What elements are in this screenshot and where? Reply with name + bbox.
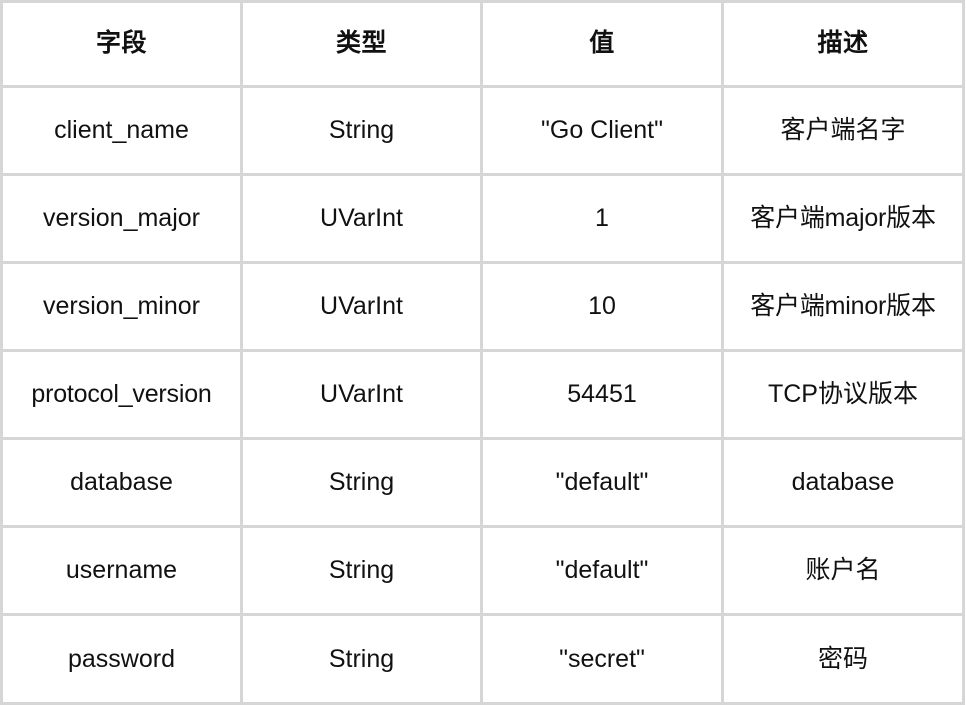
table-row: client_name String "Go Client" 客户端名字 [1,86,965,176]
column-header-value: 值 [481,1,724,88]
cell-value: 54451 [481,350,724,440]
cell-type: String [241,614,483,705]
cell-field: version_minor [1,262,243,352]
cell-description: 客户端名字 [722,86,965,176]
cell-value: "Go Client" [481,86,724,176]
column-header-field: 字段 [1,1,243,88]
column-header-description: 描述 [722,1,965,88]
cell-field: version_major [1,174,243,264]
table-row: protocol_version UVarInt 54451 TCP协议版本 [1,350,965,440]
cell-description: TCP协议版本 [722,350,965,440]
cell-value: "default" [481,526,724,616]
protocol-fields-table: 字段 类型 值 描述 client_name String "Go Client… [0,0,965,705]
cell-value: 1 [481,174,724,264]
cell-field: client_name [1,86,243,176]
cell-type: UVarInt [241,350,483,440]
cell-value: "default" [481,438,724,528]
cell-description: 密码 [722,614,965,705]
cell-type: String [241,86,483,176]
table-row: version_major UVarInt 1 客户端major版本 [1,174,965,264]
cell-description: database [722,438,965,528]
cell-type: String [241,526,483,616]
table-row: username String "default" 账户名 [1,526,965,616]
table-row: version_minor UVarInt 10 客户端minor版本 [1,262,965,352]
cell-value: 10 [481,262,724,352]
cell-description: 客户端major版本 [722,174,965,264]
cell-type: String [241,438,483,528]
table-header-row: 字段 类型 值 描述 [1,1,965,88]
cell-value: "secret" [481,614,724,705]
table-header: 字段 类型 值 描述 [1,1,965,88]
cell-type: UVarInt [241,174,483,264]
cell-field: database [1,438,243,528]
cell-type: UVarInt [241,262,483,352]
table-row: database String "default" database [1,438,965,528]
cell-description: 账户名 [722,526,965,616]
cell-field: protocol_version [1,350,243,440]
table-row: password String "secret" 密码 [1,614,965,705]
cell-field: password [1,614,243,705]
cell-description: 客户端minor版本 [722,262,965,352]
column-header-type: 类型 [241,1,483,88]
table-body: client_name String "Go Client" 客户端名字 ver… [1,86,965,705]
spec-table-container: 字段 类型 值 描述 client_name String "Go Client… [0,0,966,705]
cell-field: username [1,526,243,616]
